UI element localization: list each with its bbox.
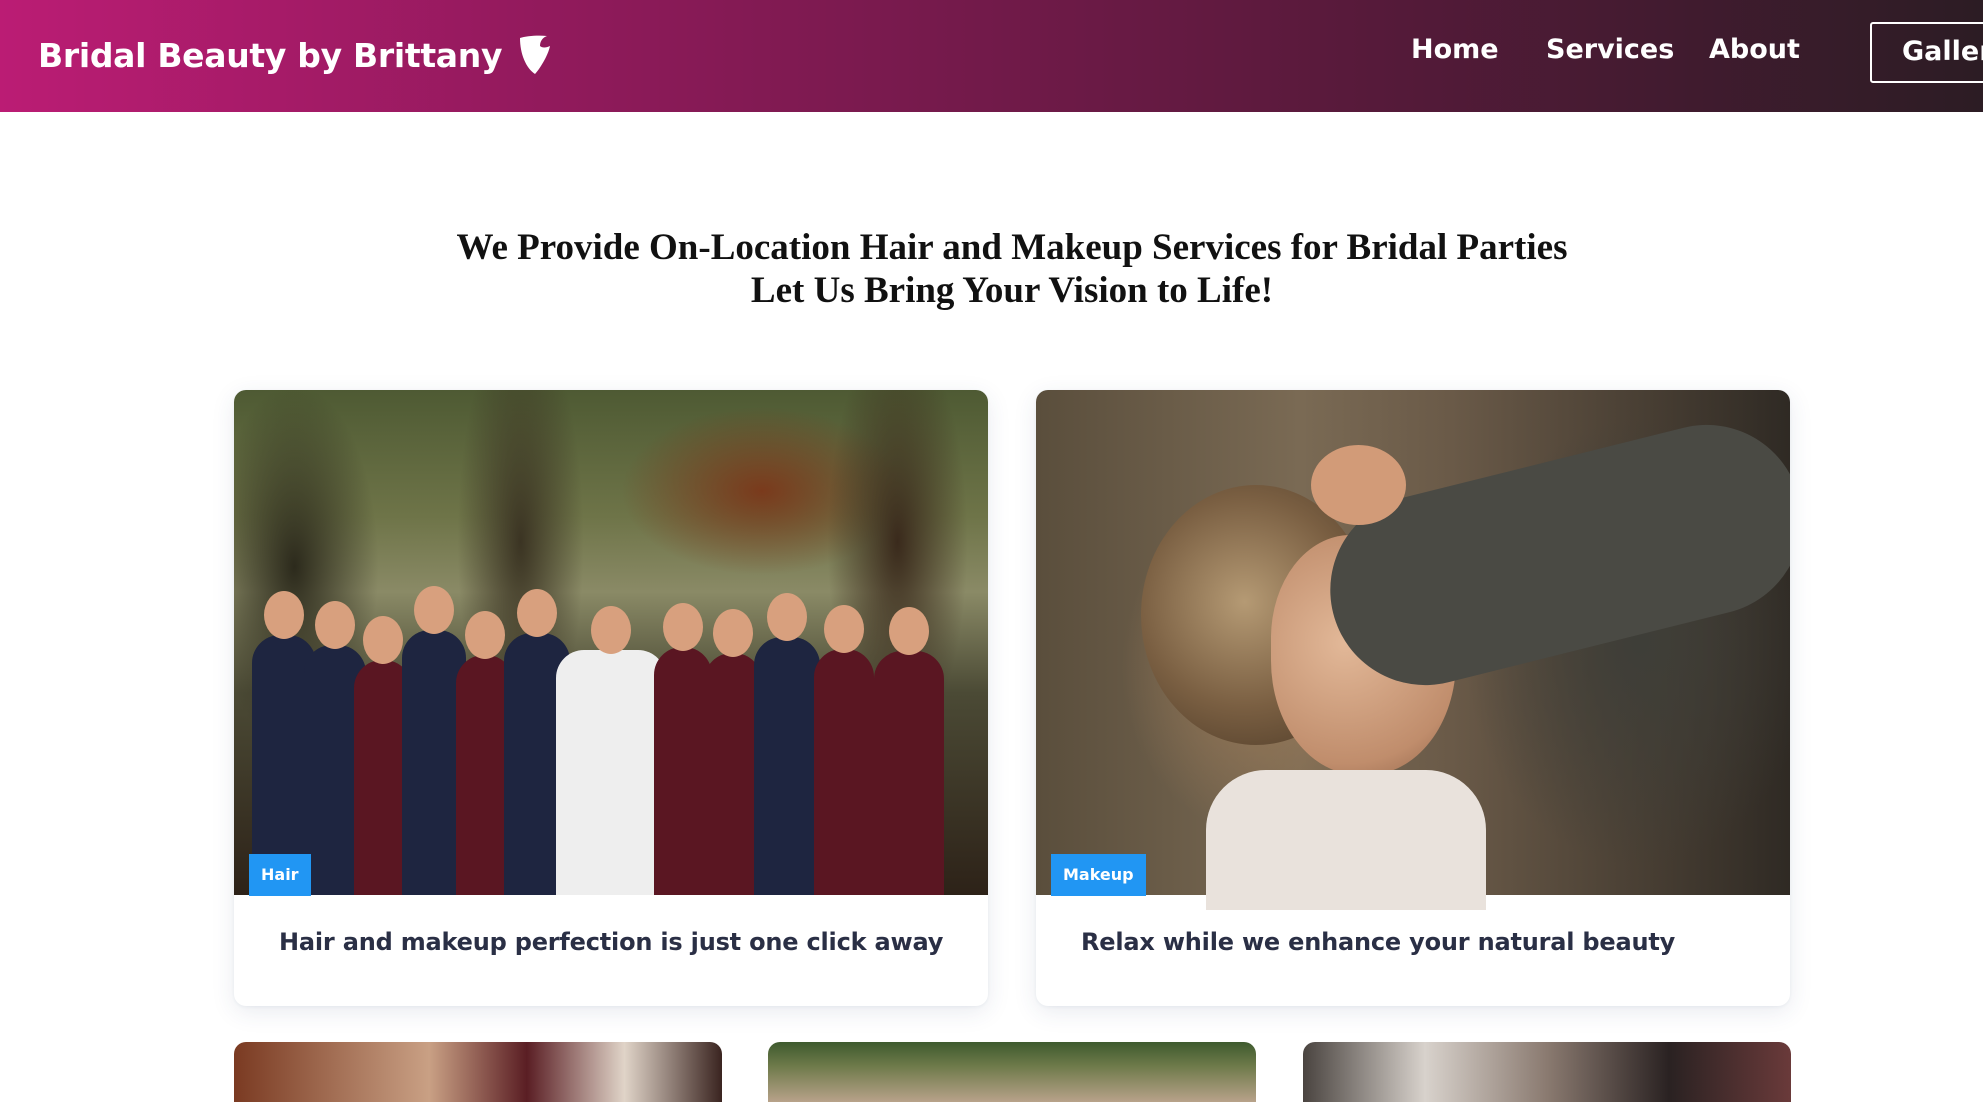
typo3-logo-icon	[520, 35, 551, 74]
hero-line-1: We Provide On-Location Hair and Makeup S…	[456, 227, 1568, 268]
nav-services[interactable]: Services	[1546, 34, 1674, 65]
service-card-makeup[interactable]: Makeup Relax while we enhance your natur…	[1036, 390, 1790, 1006]
service-card-hair[interactable]: Hair Hair and makeup perfection is just …	[234, 390, 988, 1006]
hero-line-2: Let Us Bring Your Vision to Life!	[750, 270, 1274, 311]
top-navbar: Bridal Beauty by Brittany Home Services …	[0, 0, 1983, 112]
nav-gallery-button[interactable]: Gallery	[1870, 22, 1983, 83]
hero-heading: We Provide On-Location Hair and Makeup S…	[0, 226, 1983, 312]
card-caption-hair: Hair and makeup perfection is just one c…	[279, 928, 944, 956]
nav-home[interactable]: Home	[1411, 34, 1499, 65]
bridal-party-photo	[234, 390, 988, 895]
service-card-thumbnail[interactable]	[234, 1042, 722, 1102]
card-caption-makeup: Relax while we enhance your natural beau…	[1081, 928, 1676, 956]
service-card-thumbnail[interactable]	[768, 1042, 1256, 1102]
makeup-application-photo	[1036, 390, 1790, 910]
bridal-party-figures	[234, 575, 988, 895]
category-tag-hair[interactable]: Hair	[249, 854, 311, 896]
nav-about[interactable]: About	[1709, 34, 1800, 65]
category-tag-makeup[interactable]: Makeup	[1051, 854, 1146, 896]
brand-name: Bridal Beauty by Brittany	[38, 35, 503, 75]
brand-link[interactable]: Bridal Beauty by Brittany	[38, 30, 554, 80]
service-card-thumbnail[interactable]	[1303, 1042, 1791, 1102]
